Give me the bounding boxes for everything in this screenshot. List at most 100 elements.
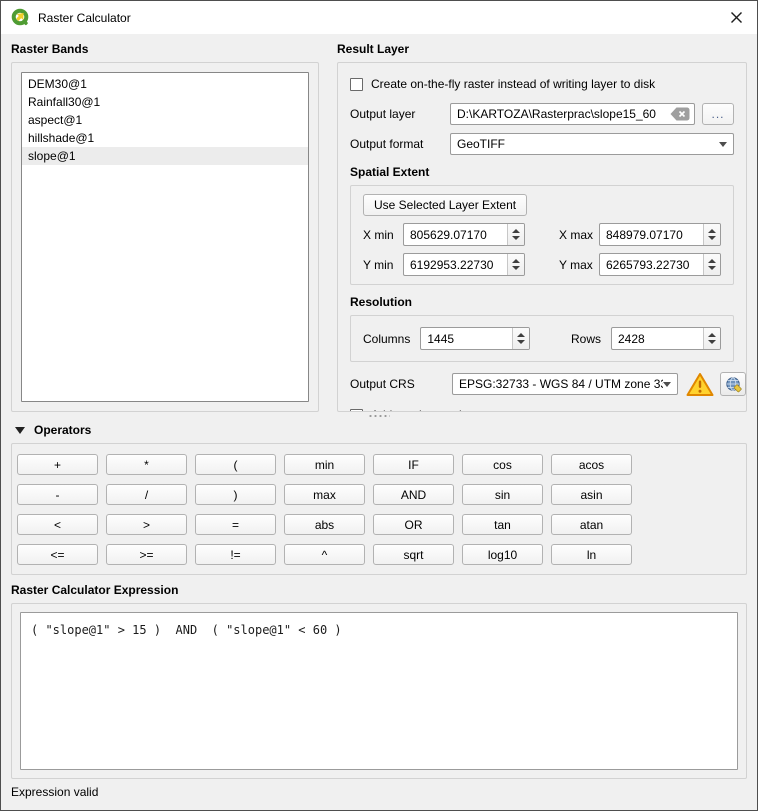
raster-bands-pane: Raster Bands DEM30@1 Rainfall30@1 aspect… bbox=[11, 42, 319, 412]
operator-button[interactable]: tan bbox=[462, 514, 543, 535]
operator-button[interactable]: * bbox=[106, 454, 187, 475]
use-selected-layer-extent-button[interactable]: Use Selected Layer Extent bbox=[363, 194, 527, 216]
raster-band-item[interactable]: DEM30@1 bbox=[22, 75, 308, 93]
chevron-down-icon bbox=[663, 382, 671, 387]
operator-button[interactable]: <= bbox=[17, 544, 98, 565]
operator-button[interactable]: ^ bbox=[284, 544, 365, 565]
close-icon[interactable] bbox=[727, 9, 745, 27]
output-crs-label: Output CRS bbox=[350, 377, 450, 391]
ymax-label: Y max bbox=[559, 258, 599, 272]
xmin-label: X min bbox=[363, 228, 403, 242]
operator-button[interactable]: min bbox=[284, 454, 365, 475]
operator-button[interactable]: ) bbox=[195, 484, 276, 505]
raster-band-item[interactable]: Rainfall30@1 bbox=[22, 93, 308, 111]
xmin-value: 805629.07170 bbox=[404, 224, 507, 245]
ymax-spinbox[interactable]: 6265793.22730 bbox=[599, 253, 721, 276]
add-result-label: Add result to project bbox=[371, 408, 478, 412]
expression-title: Raster Calculator Expression bbox=[11, 583, 747, 597]
output-crs-dropdown[interactable]: EPSG:32733 - WGS 84 / UTM zone 33S bbox=[452, 373, 678, 395]
status-bar: Expression valid bbox=[11, 785, 747, 803]
splitter-handle[interactable] bbox=[11, 413, 747, 419]
operator-button[interactable]: - bbox=[17, 484, 98, 505]
resolution-title: Resolution bbox=[350, 295, 734, 309]
operator-button[interactable]: + bbox=[17, 454, 98, 475]
output-format-dropdown[interactable]: GeoTIFF bbox=[450, 133, 734, 155]
spinner-buttons[interactable] bbox=[703, 328, 720, 349]
operators-header[interactable]: Operators bbox=[11, 421, 747, 439]
operator-button[interactable]: OR bbox=[373, 514, 454, 535]
raster-band-item[interactable]: slope@1 bbox=[22, 147, 308, 165]
spatial-extent-frame: Use Selected Layer Extent X min 805629.0… bbox=[350, 185, 734, 285]
spinner-buttons[interactable] bbox=[512, 328, 529, 349]
operator-button[interactable]: acos bbox=[551, 454, 632, 475]
operators-frame: + * ( min IF cos acos - / ) bbox=[11, 443, 747, 575]
operators-title: Operators bbox=[34, 423, 91, 437]
clear-field-icon[interactable] bbox=[670, 107, 690, 121]
create-on-fly-label: Create on-the-fly raster instead of writ… bbox=[371, 77, 655, 91]
raster-bands-list[interactable]: DEM30@1 Rainfall30@1 aspect@1 hillshade@… bbox=[21, 72, 309, 402]
raster-band-item[interactable]: hillshade@1 bbox=[22, 129, 308, 147]
footer-buttons: OK Cancel Help bbox=[11, 803, 747, 811]
raster-bands-title: Raster Bands bbox=[11, 42, 319, 56]
collapse-triangle-icon[interactable] bbox=[15, 427, 25, 434]
output-format-value: GeoTIFF bbox=[457, 137, 719, 151]
operator-button[interactable]: ln bbox=[551, 544, 632, 565]
chevron-down-icon bbox=[719, 142, 727, 147]
xmax-spinbox[interactable]: 848979.07170 bbox=[599, 223, 721, 246]
xmin-spinbox[interactable]: 805629.07170 bbox=[403, 223, 525, 246]
operator-button[interactable]: sqrt bbox=[373, 544, 454, 565]
operator-button[interactable]: = bbox=[195, 514, 276, 535]
spinner-buttons[interactable] bbox=[507, 254, 524, 275]
columns-spinbox[interactable]: 1445 bbox=[420, 327, 530, 350]
operator-button[interactable]: >= bbox=[106, 544, 187, 565]
browse-button[interactable]: ... bbox=[702, 103, 734, 125]
ymin-value: 6192953.22730 bbox=[404, 254, 507, 275]
crs-warning-icon bbox=[686, 371, 714, 397]
operator-button[interactable]: log10 bbox=[462, 544, 543, 565]
operator-button[interactable]: AND bbox=[373, 484, 454, 505]
operator-button[interactable]: ( bbox=[195, 454, 276, 475]
columns-value: 1445 bbox=[421, 328, 512, 349]
output-format-label: Output format bbox=[350, 137, 450, 151]
expression-textarea[interactable]: ( "slope@1" > 15 ) AND ( "slope@1" < 60 … bbox=[20, 612, 738, 770]
spinner-buttons[interactable] bbox=[703, 224, 720, 245]
operator-button[interactable]: != bbox=[195, 544, 276, 565]
output-crs-value: EPSG:32733 - WGS 84 / UTM zone 33S bbox=[459, 377, 663, 391]
ymax-value: 6265793.22730 bbox=[600, 254, 703, 275]
ymin-spinbox[interactable]: 6192953.22730 bbox=[403, 253, 525, 276]
spinner-buttons[interactable] bbox=[507, 224, 524, 245]
operator-button[interactable]: asin bbox=[551, 484, 632, 505]
operator-button[interactable]: max bbox=[284, 484, 365, 505]
operator-button[interactable]: / bbox=[106, 484, 187, 505]
add-result-checkbox[interactable] bbox=[350, 409, 363, 413]
output-layer-input[interactable]: D:\KARTOZA\Rasterprac\slope15_60 bbox=[450, 103, 695, 125]
operator-button[interactable]: > bbox=[106, 514, 187, 535]
operator-button[interactable]: abs bbox=[284, 514, 365, 535]
ymin-label: Y min bbox=[363, 258, 403, 272]
operator-button[interactable]: atan bbox=[551, 514, 632, 535]
raster-calculator-dialog: Raster Calculator Raster Bands DEM30@1 bbox=[0, 0, 758, 811]
operator-button[interactable]: cos bbox=[462, 454, 543, 475]
qgis-logo-icon bbox=[11, 8, 30, 27]
result-layer-pane: Result Layer Create on-the-fly raster in… bbox=[337, 42, 747, 412]
expression-valid-status: Expression valid bbox=[11, 785, 98, 799]
xmax-value: 848979.07170 bbox=[600, 224, 703, 245]
spatial-extent-title: Spatial Extent bbox=[350, 165, 734, 179]
result-layer-frame: Create on-the-fly raster instead of writ… bbox=[337, 62, 747, 412]
columns-label: Columns bbox=[363, 332, 410, 346]
spinner-buttons[interactable] bbox=[703, 254, 720, 275]
raster-band-item[interactable]: aspect@1 bbox=[22, 111, 308, 129]
raster-bands-frame: DEM30@1 Rainfall30@1 aspect@1 hillshade@… bbox=[11, 62, 319, 412]
xmax-label: X max bbox=[559, 228, 599, 242]
rows-value: 2428 bbox=[612, 328, 703, 349]
operators-grid: + * ( min IF cos acos - / ) bbox=[17, 454, 738, 565]
rows-spinbox[interactable]: 2428 bbox=[611, 327, 721, 350]
operator-button[interactable]: sin bbox=[462, 484, 543, 505]
operator-button[interactable]: IF bbox=[373, 454, 454, 475]
create-on-fly-checkbox[interactable] bbox=[350, 78, 363, 91]
rows-label: Rows bbox=[571, 332, 601, 346]
titlebar: Raster Calculator bbox=[1, 1, 757, 34]
operator-button[interactable]: < bbox=[17, 514, 98, 535]
select-crs-button[interactable] bbox=[720, 372, 746, 396]
output-layer-label: Output layer bbox=[350, 107, 450, 121]
